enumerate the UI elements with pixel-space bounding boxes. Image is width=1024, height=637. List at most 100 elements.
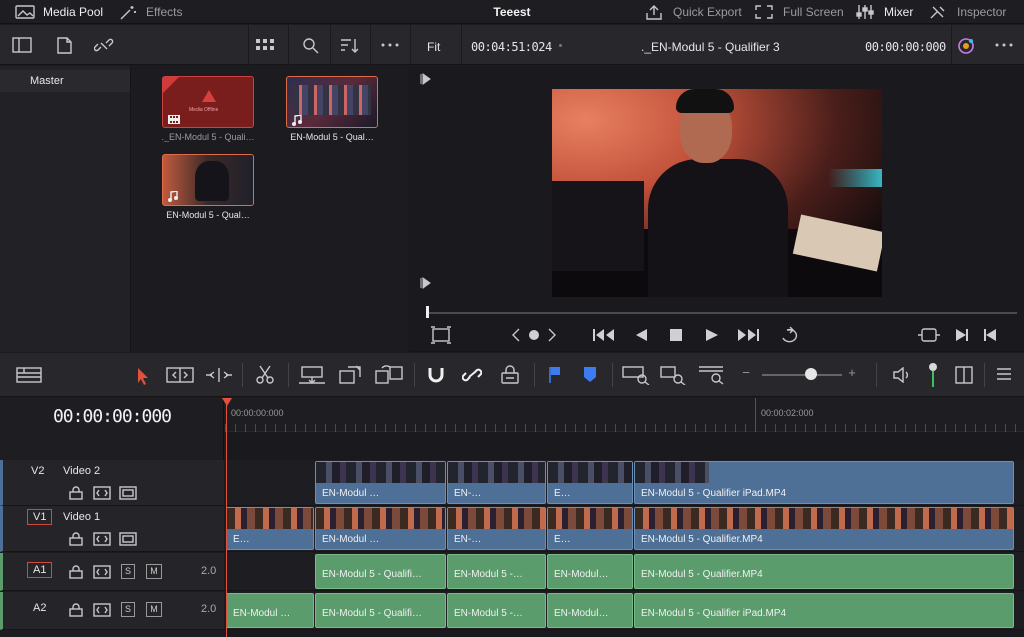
timeline-clip[interactable]: EN-Modul 5 -… (447, 593, 546, 628)
mixer-button[interactable]: Mixer (855, 3, 913, 21)
marker-icon[interactable] (582, 366, 598, 384)
loop-icon[interactable] (779, 326, 803, 344)
audio-volume-icon[interactable] (892, 367, 912, 383)
zoom-detail-icon[interactable] (660, 365, 688, 385)
track-disable-icon[interactable] (119, 532, 137, 546)
flag-icon[interactable] (548, 366, 562, 384)
grid-view-icon[interactable] (256, 39, 274, 51)
timeline-clip[interactable]: EN-Modul 5 -… (447, 554, 546, 589)
go-to-end-icon[interactable] (737, 328, 759, 342)
media-clip[interactable] (286, 76, 378, 128)
blade-icon[interactable] (256, 365, 274, 385)
audio-level-meter[interactable] (928, 363, 938, 387)
search-icon[interactable] (302, 37, 320, 55)
mark-in-icon[interactable] (419, 73, 431, 85)
auto-select-icon[interactable] (93, 532, 111, 546)
quick-export-button[interactable]: Quick Export (644, 3, 742, 21)
playhead[interactable] (222, 398, 232, 406)
track-name[interactable]: Video 2 (63, 465, 100, 477)
timeline-clip[interactable]: EN-Modul … (226, 593, 314, 628)
track-name[interactable]: Video 1 (63, 511, 100, 523)
full-screen-button[interactable]: Full Screen (754, 3, 844, 21)
zoom-custom-icon[interactable] (698, 365, 726, 385)
timeline-clip[interactable]: E… (547, 507, 633, 550)
zoom-full-icon[interactable] (622, 365, 650, 385)
timeline-clip[interactable]: EN-… (447, 507, 546, 550)
timeline-clip[interactable]: EN-Modul 5 - Qualifi… (315, 554, 446, 589)
timeline-clip[interactable]: EN-Modul 5 - Qualifier.MP4 (634, 507, 1014, 550)
replace-clip-icon[interactable] (374, 365, 404, 385)
auto-select-icon[interactable] (93, 486, 111, 500)
unlink-icon[interactable] (94, 37, 114, 53)
linked-selection-icon[interactable] (462, 366, 482, 384)
split-view-icon[interactable] (955, 366, 973, 384)
timeline-clip[interactable]: EN-… (447, 461, 546, 504)
lock-icon[interactable] (69, 532, 83, 546)
jog-right-icon[interactable] (547, 328, 557, 342)
zoom-out-button[interactable]: − (738, 365, 754, 381)
next-edit-icon[interactable] (955, 328, 969, 342)
scrubber-bar[interactable] (411, 306, 1024, 320)
jog-left-icon[interactable] (511, 328, 521, 342)
viewer-mode-icon[interactable] (431, 326, 451, 344)
zoom-in-button[interactable]: + (844, 365, 860, 381)
new-bin-icon[interactable] (56, 37, 74, 55)
position-lock-icon[interactable] (500, 365, 520, 385)
jog-dot[interactable] (529, 330, 539, 340)
level-knob[interactable] (929, 363, 937, 371)
timeline-timecode[interactable]: 00:00:00:000 (0, 406, 224, 427)
zoom-slider-handle[interactable] (805, 368, 817, 380)
viewer-clip-name[interactable]: ._EN-Modul 5 - Qualifier 3 (641, 40, 780, 54)
prev-edit-icon[interactable] (983, 328, 997, 342)
sidebar-toggle-icon[interactable] (12, 37, 32, 53)
trim-edit-icon[interactable] (166, 367, 194, 383)
effects-button[interactable]: Effects (118, 3, 182, 21)
color-sparkle-icon[interactable] (957, 37, 975, 55)
timeline-clip[interactable]: E… (226, 507, 314, 550)
auto-select-icon[interactable] (93, 565, 111, 579)
auto-select-icon[interactable] (93, 603, 111, 617)
timeline-clip[interactable]: EN-Modul 5 - Qualifier iPad.MP4 (634, 593, 1014, 628)
media-clip[interactable] (162, 154, 254, 206)
timeline-view-options-icon[interactable] (16, 367, 42, 383)
timeline-clip[interactable]: EN-Modul 5 - Qualifier iPad.MP4 (634, 461, 1014, 504)
more-options-icon[interactable] (995, 43, 1013, 47)
timeline-clip[interactable]: EN-Modul … (315, 507, 446, 550)
track-id[interactable]: A2 (33, 602, 46, 614)
mute-button[interactable]: M (146, 602, 162, 617)
dynamic-trim-icon[interactable] (205, 367, 233, 383)
stop-icon[interactable] (669, 328, 683, 342)
timeline-clip[interactable]: EN-Modul 5 - Qualifier.MP4 (634, 554, 1014, 589)
insert-clip-icon[interactable] (298, 365, 326, 385)
match-frame-icon[interactable] (917, 326, 941, 344)
sort-icon[interactable] (340, 38, 360, 54)
lock-icon[interactable] (69, 603, 83, 617)
play-reverse-icon[interactable] (634, 328, 648, 342)
timeline-clip[interactable]: EN-Modul… (547, 554, 633, 589)
overwrite-clip-icon[interactable] (338, 365, 362, 385)
media-clip-offline[interactable]: Media Offline (162, 76, 254, 128)
timeline-clip[interactable]: EN-Modul 5 - Qualifi… (315, 593, 446, 628)
lock-icon[interactable] (69, 565, 83, 579)
scrubber-handle[interactable] (426, 306, 429, 318)
go-to-start-icon[interactable] (593, 328, 615, 342)
solo-button[interactable]: S (121, 602, 135, 617)
track-id-selected[interactable]: A1 (27, 562, 53, 578)
lock-icon[interactable] (69, 486, 83, 500)
play-icon[interactable] (705, 328, 719, 342)
media-pool-button[interactable]: Media Pool (14, 3, 103, 21)
zoom-select[interactable]: Fit (427, 40, 440, 54)
inspector-button[interactable]: Inspector (928, 3, 1006, 21)
bin-item-master[interactable]: Master (0, 70, 130, 92)
timeline-clip[interactable]: E… (547, 461, 633, 504)
timeline-clip[interactable]: EN-Modul… (547, 593, 633, 628)
hamburger-menu-icon[interactable] (996, 368, 1012, 380)
more-options-icon[interactable] (381, 43, 399, 47)
timeline-clip[interactable]: EN-Modul … (315, 461, 446, 504)
mute-button[interactable]: M (146, 564, 162, 579)
selection-arrow-icon[interactable] (136, 367, 150, 385)
timeline-ruler[interactable]: 00:00:00:000 00:00:02:000 (225, 398, 1024, 432)
solo-button[interactable]: S (121, 564, 135, 579)
track-disable-icon[interactable] (119, 486, 137, 500)
mark-out-icon[interactable] (419, 277, 431, 289)
